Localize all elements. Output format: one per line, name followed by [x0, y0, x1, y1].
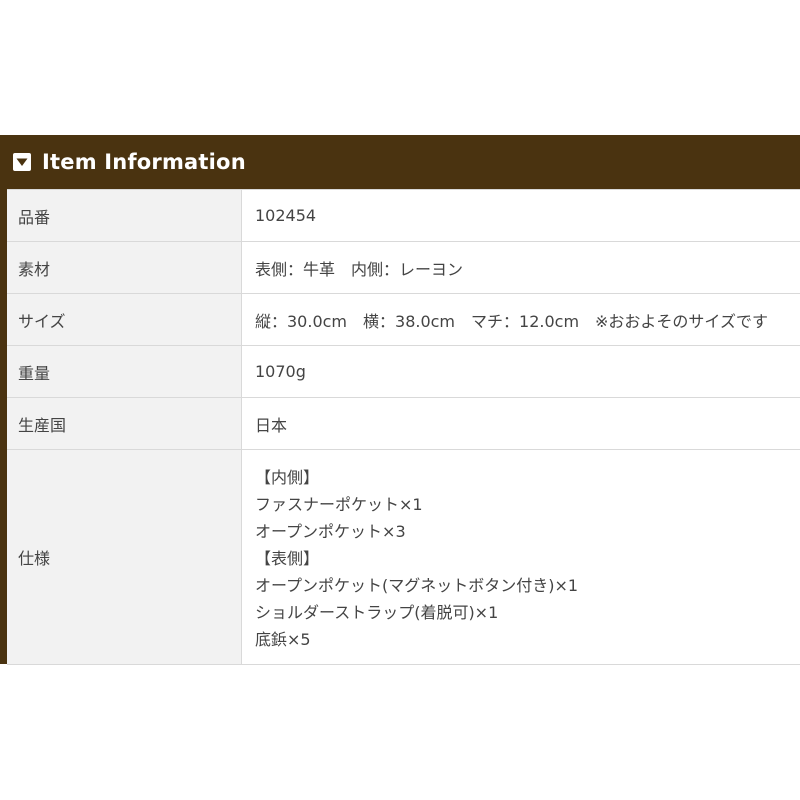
row-value: 日本 [241, 397, 800, 450]
row-label: 重量 [7, 345, 242, 398]
row-label: サイズ [7, 293, 242, 346]
row-label: 仕様 [7, 449, 242, 665]
table-row: 品番 102454 [7, 189, 800, 242]
spec-line: ファスナーポケット×1 [255, 494, 423, 514]
panel-title: Item Information [42, 150, 246, 174]
row-label: 素材 [7, 241, 242, 294]
item-information-panel: Item Information 品番 102454 素材 表側：牛革 内側：レ… [0, 135, 800, 665]
table-row: 素材 表側：牛革 内側：レーヨン [7, 241, 800, 294]
row-value: 縦：30.0cm 横：38.0cm マチ：12.0cm ※おおよそのサイズです [241, 293, 800, 346]
table-row-spec: 仕様 【内側】 ファスナーポケット×1 オープンポケット×3 【表側】 オープン… [7, 449, 800, 665]
caret-down-icon[interactable] [13, 153, 31, 171]
panel-header[interactable]: Item Information [0, 135, 800, 189]
row-value: 1070g [241, 345, 800, 398]
row-label: 生産国 [7, 397, 242, 450]
table-row: 重量 1070g [7, 345, 800, 398]
spec-line: オープンポケット×3 [255, 521, 406, 541]
table-row: 生産国 日本 [7, 397, 800, 450]
spec-line: オープンポケット(マグネットボタン付き)×1 [255, 575, 579, 595]
spec-line: ショルダーストラップ(着脱可)×1 [255, 602, 499, 622]
item-spec-table: 品番 102454 素材 表側：牛革 内側：レーヨン サイズ 縦：30.0cm … [7, 189, 800, 665]
spec-line: 底鋲×5 [255, 629, 311, 649]
row-value: 102454 [241, 189, 800, 242]
spec-line: 【表側】 [255, 548, 320, 568]
row-label: 品番 [7, 189, 242, 242]
table-row: サイズ 縦：30.0cm 横：38.0cm マチ：12.0cm ※おおよそのサイ… [7, 293, 800, 346]
row-value: 表側：牛革 内側：レーヨン [241, 241, 800, 294]
spec-line: 【内側】 [255, 467, 320, 487]
spec-details: 【内側】 ファスナーポケット×1 オープンポケット×3 【表側】 オープンポケッ… [241, 449, 800, 665]
